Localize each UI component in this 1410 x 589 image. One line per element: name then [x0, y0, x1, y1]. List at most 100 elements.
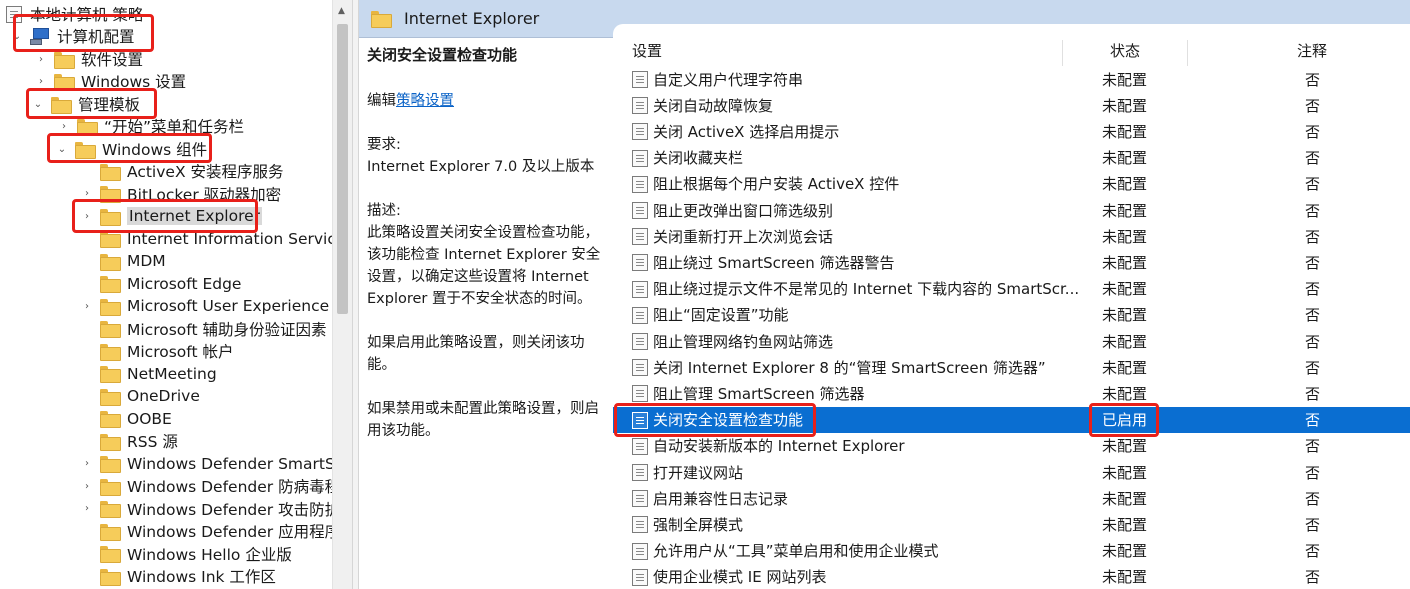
- tree-item-component[interactable]: OOBE: [80, 408, 172, 430]
- policy-setting-icon: [632, 123, 648, 141]
- policy-setting-icon: [632, 359, 648, 377]
- setting-row[interactable]: 自定义用户代理字符串 未配置 否: [613, 66, 1410, 92]
- column-divider[interactable]: [1062, 40, 1063, 66]
- chevron-down-icon[interactable]: ⌄: [10, 29, 24, 43]
- setting-row[interactable]: 关闭 Internet Explorer 8 的“管理 SmartScreen …: [613, 354, 1410, 380]
- tree-item-component[interactable]: Microsoft 帐户: [80, 340, 233, 362]
- folder-icon: [77, 118, 98, 136]
- setting-row[interactable]: 关闭 ActiveX 选择启用提示 未配置 否: [613, 118, 1410, 144]
- tree-item-component[interactable]: Windows Ink 工作区: [80, 565, 276, 587]
- enabled-text: 如果启用此策略设置，则关闭该功能。: [367, 335, 585, 373]
- chevron-right-icon[interactable]: ›: [80, 479, 94, 493]
- setting-row[interactable]: 阻止根据每个用户安装 ActiveX 控件 未配置 否: [613, 171, 1410, 197]
- setting-name: 阻止根据每个用户安装 ActiveX 控件: [653, 175, 900, 194]
- chevron-right-icon[interactable]: ›: [80, 502, 94, 516]
- setting-row[interactable]: 阻止更改弹出窗口筛选级别 未配置 否: [613, 197, 1410, 223]
- chevron-right-icon[interactable]: ›: [34, 74, 48, 88]
- tree-item-component[interactable]: › Windows Defender 攻击防护: [80, 498, 332, 520]
- folder-icon: [100, 501, 121, 518]
- edit-line: 编辑策略设置: [367, 90, 613, 112]
- chevron-right-icon[interactable]: ›: [57, 119, 71, 133]
- tree-item-component[interactable]: Microsoft 辅助身份验证因素: [80, 318, 326, 340]
- column-setting[interactable]: 设置: [632, 40, 662, 61]
- setting-state: 未配置: [1102, 542, 1148, 561]
- chevron-down-icon[interactable]: ⌄: [31, 97, 45, 111]
- pane-splitter[interactable]: [352, 0, 359, 589]
- setting-row[interactable]: 允许用户从“工具”菜单启用和使用企业模式 未配置 否: [613, 538, 1410, 564]
- tree-item-component[interactable]: ActiveX 安装程序服务: [80, 160, 284, 182]
- tree-item-computer-config[interactable]: ⌄ 计算机配置: [10, 25, 135, 47]
- requirements-label: 要求:: [367, 137, 401, 153]
- tree-item-windows-components[interactable]: ⌄ Windows 组件: [55, 138, 207, 160]
- tree-item-label: Windows Ink 工作区: [127, 568, 276, 586]
- tree-item-admin-templates[interactable]: ⌄ 管理模板: [31, 93, 140, 115]
- chevron-down-icon[interactable]: ⌄: [55, 142, 69, 156]
- tree-item-component[interactable]: › Windows Defender 防病毒程序: [80, 475, 332, 497]
- tree-item-component[interactable]: › Microsoft User Experience Virt: [80, 295, 332, 317]
- setting-row[interactable]: 关闭收藏夹栏 未配置 否: [613, 145, 1410, 171]
- setting-state: 未配置: [1102, 175, 1148, 194]
- policy-title: 关闭安全设置检查功能: [367, 46, 518, 64]
- tree-item-label: 管理模板: [78, 96, 141, 114]
- setting-row[interactable]: 阻止管理网络钓鱼网站筛选 未配置 否: [613, 328, 1410, 354]
- tree-item-component[interactable]: Windows Defender 应用程序防: [80, 520, 332, 542]
- chevron-right-icon[interactable]: ›: [80, 209, 94, 223]
- chevron-right-icon[interactable]: ›: [34, 52, 48, 66]
- setting-comment: 否: [1305, 542, 1321, 561]
- tree-item-start-menu[interactable]: › “开始”菜单和任务栏: [57, 115, 244, 137]
- tree-item-windows-settings[interactable]: › Windows 设置: [34, 70, 186, 92]
- tree-item-label: MDM: [127, 252, 166, 270]
- column-comment[interactable]: 注释: [1297, 40, 1327, 61]
- tree-item-component[interactable]: MDM: [80, 250, 166, 272]
- scrollbar-thumb[interactable]: [337, 24, 348, 314]
- tree-item-component[interactable]: Windows Hello 企业版: [80, 543, 292, 565]
- tree-item-component[interactable]: › BitLocker 驱动器加密: [80, 183, 281, 205]
- setting-comment: 否: [1305, 149, 1321, 168]
- tree-item-component[interactable]: › Internet Explorer: [80, 205, 263, 227]
- setting-comment: 否: [1305, 411, 1321, 430]
- setting-row[interactable]: 阻止“固定设置”功能 未配置 否: [613, 302, 1410, 328]
- setting-comment: 否: [1305, 384, 1321, 403]
- setting-row[interactable]: 阻止管理 SmartScreen 筛选器 未配置 否: [613, 380, 1410, 406]
- setting-row[interactable]: 使用企业模式 IE 网站列表 未配置 否: [613, 564, 1410, 589]
- tree-item-component[interactable]: NetMeeting: [80, 363, 217, 385]
- folder-icon: [100, 523, 121, 541]
- setting-comment: 否: [1305, 306, 1321, 325]
- tree-item-component[interactable]: Microsoft Edge: [80, 273, 241, 295]
- setting-name: 关闭 ActiveX 选择启用提示: [653, 122, 840, 141]
- setting-row[interactable]: 关闭重新打开上次浏览会话 未配置 否: [613, 223, 1410, 249]
- setting-row[interactable]: 自动安装新版本的 Internet Explorer 未配置 否: [613, 433, 1410, 459]
- tree-scrollbar[interactable]: ▲: [332, 0, 352, 589]
- column-divider[interactable]: [1187, 40, 1188, 66]
- tree-item-software-settings[interactable]: › 软件设置: [34, 48, 143, 70]
- column-state[interactable]: 状态: [1110, 40, 1140, 61]
- policy-setting-icon: [632, 385, 648, 403]
- setting-row[interactable]: 强制全屏模式 未配置 否: [613, 511, 1410, 537]
- setting-row[interactable]: 关闭安全设置检查功能 已启用 否: [613, 406, 1410, 433]
- tree-item-component[interactable]: › Windows Defender SmartScre: [80, 453, 332, 475]
- scroll-up-icon[interactable]: ▲: [338, 6, 345, 16]
- chevron-right-icon[interactable]: ›: [80, 299, 94, 313]
- setting-comment: 否: [1305, 463, 1321, 482]
- chevron-right-icon[interactable]: ›: [80, 187, 94, 201]
- setting-row[interactable]: 打开建议网站 未配置 否: [613, 459, 1410, 485]
- tree-item-label: Windows Defender 应用程序防: [127, 523, 332, 541]
- edit-policy-link[interactable]: 策略设置: [396, 93, 454, 109]
- tree-root-label: 本地计算机 策略: [30, 6, 144, 24]
- tree-root[interactable]: 本地计算机 策略: [6, 3, 143, 25]
- setting-row[interactable]: 阻止绕过提示文件不是常见的 Internet 下载内容的 SmartScr...…: [613, 276, 1410, 302]
- setting-row[interactable]: 阻止绕过 SmartScreen 筛选器警告 未配置 否: [613, 249, 1410, 275]
- setting-row[interactable]: 关闭自动故障恢复 未配置 否: [613, 92, 1410, 118]
- column-header: 设置 状态 注释: [613, 34, 1410, 66]
- tree-item-label: 软件设置: [81, 51, 144, 69]
- tree-item-component[interactable]: Internet Information Services: [80, 228, 332, 250]
- setting-row[interactable]: 启用兼容性日志记录 未配置 否: [613, 485, 1410, 511]
- policy-setting-icon: [632, 97, 648, 115]
- setting-comment: 否: [1305, 201, 1321, 220]
- tree-item-component[interactable]: OneDrive: [80, 385, 200, 407]
- policy-setting-icon: [632, 516, 648, 534]
- chevron-right-icon[interactable]: ›: [80, 457, 94, 471]
- tree-item-component[interactable]: RSS 源: [80, 430, 178, 452]
